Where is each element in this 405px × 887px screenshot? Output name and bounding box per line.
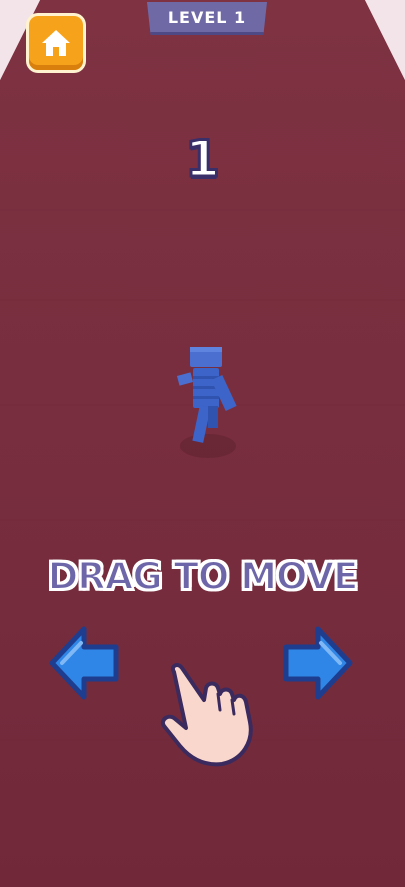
level-indicator: LEVEL 1 [147,2,267,35]
player-character[interactable] [168,342,254,464]
home-button[interactable] [29,16,83,70]
hand-pointer-icon [161,663,253,767]
score-counter: 1 [184,129,222,190]
home-icon [42,30,70,56]
tutorial-hint: DRAG TO MOVE [47,554,360,599]
arrow-left-icon[interactable] [48,625,120,701]
game-scene[interactable]: LEVEL 1 1 DRAG TO MOVE [0,0,405,887]
arrow-right-icon[interactable] [282,625,354,701]
